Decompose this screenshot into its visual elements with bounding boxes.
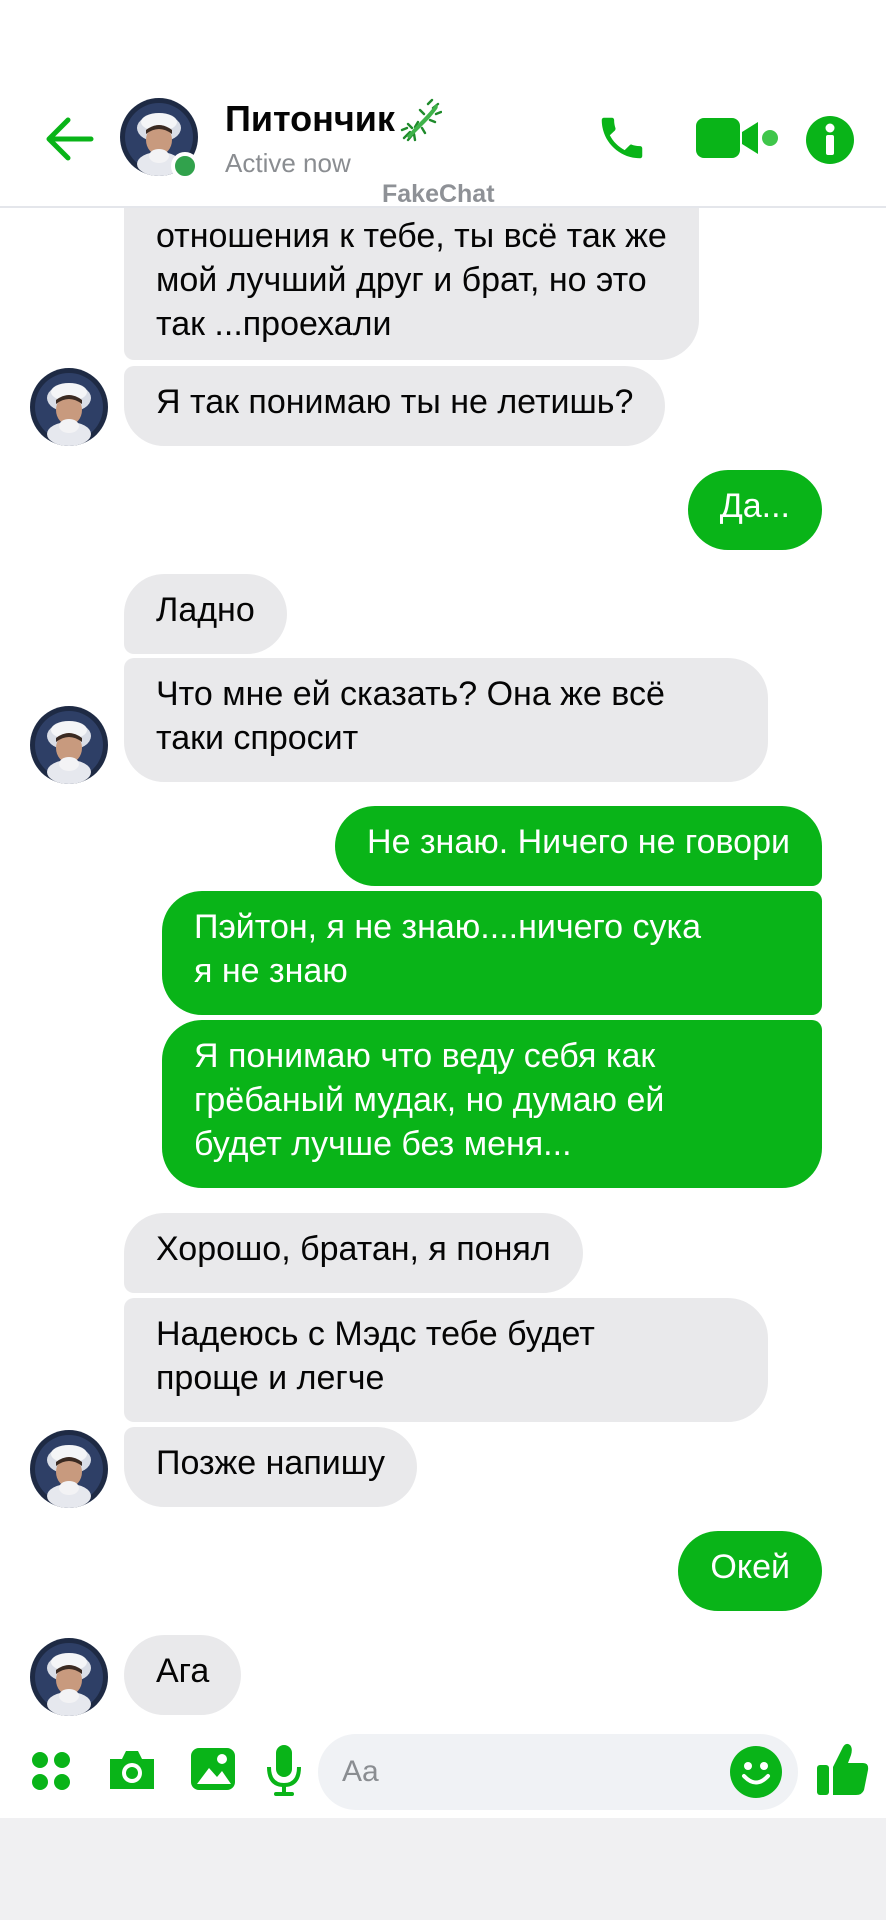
message-line: я не знаю bbox=[194, 952, 348, 990]
gallery-button[interactable] bbox=[186, 1742, 240, 1796]
back-button[interactable] bbox=[36, 106, 102, 172]
smiley-icon bbox=[730, 1746, 782, 1798]
arrow-left-icon bbox=[46, 117, 94, 161]
camera-button[interactable] bbox=[104, 1742, 160, 1798]
message-bubble[interactable]: Надеюсь с Мэдс тебе будет проще и легче bbox=[124, 1298, 768, 1422]
phone-icon bbox=[601, 117, 643, 159]
message-line: Ладно bbox=[156, 591, 255, 629]
online-indicator bbox=[171, 152, 199, 180]
message-bubble[interactable]: Окей bbox=[678, 1531, 822, 1611]
germ-emoji-icon bbox=[400, 98, 442, 142]
composer-bar bbox=[0, 1724, 886, 1814]
microphone-icon bbox=[267, 1745, 301, 1796]
message-bubble[interactable]: Ага bbox=[124, 1635, 242, 1715]
message-line: мой лучший друг и брат, но это bbox=[156, 261, 647, 299]
watermark-text: FakeChat bbox=[382, 180, 495, 208]
system-nav-bar bbox=[0, 1818, 886, 1920]
message-line: таки спросит bbox=[156, 719, 359, 757]
message-line: отношения к тебе, ты всё так же bbox=[156, 217, 667, 255]
message-line: будет лучше без меня... bbox=[194, 1125, 572, 1163]
thumbs-up-icon bbox=[817, 1743, 869, 1795]
emoji-button[interactable] bbox=[728, 1744, 784, 1800]
message-bubble[interactable]: Не знаю. Ничего не говори bbox=[335, 806, 822, 886]
message-line: Да... bbox=[719, 487, 790, 525]
message-line: Не знаю. Ничего не говори bbox=[367, 823, 790, 861]
message-bubble[interactable]: Хорошо, братан, я понял bbox=[124, 1213, 583, 1293]
sender-avatar[interactable] bbox=[30, 368, 108, 446]
message-bubble[interactable]: Что мне ей сказать? Она же всё таки спро… bbox=[124, 658, 768, 782]
voice-button[interactable] bbox=[262, 1740, 306, 1800]
image-icon bbox=[191, 1748, 235, 1790]
message-line: Хорошо, братан, я понял bbox=[156, 1230, 551, 1268]
message-bubble[interactable]: Да... bbox=[687, 470, 822, 550]
message-bubble[interactable]: Позже напишу bbox=[124, 1427, 418, 1507]
sender-avatar[interactable] bbox=[30, 1638, 108, 1716]
contact-name[interactable]: Питончик bbox=[225, 98, 395, 140]
active-status: Active now bbox=[225, 148, 351, 178]
video-call-button[interactable] bbox=[692, 112, 782, 164]
message-line: так ...проехали bbox=[156, 305, 392, 343]
message-bubble[interactable]: Ладно bbox=[124, 574, 287, 654]
camera-icon bbox=[110, 1751, 154, 1789]
sender-avatar[interactable] bbox=[30, 1430, 108, 1508]
like-button[interactable] bbox=[812, 1738, 874, 1802]
video-camera-icon bbox=[696, 118, 778, 158]
apps-button[interactable] bbox=[26, 1746, 76, 1796]
message-bubble[interactable]: Я понимаю что веду себя как грёбаный муд… bbox=[162, 1020, 822, 1188]
message-line: проще и легче bbox=[156, 1359, 385, 1397]
message-line: Я так понимаю ты не летишь? bbox=[156, 383, 634, 421]
message-input[interactable] bbox=[318, 1734, 798, 1810]
message-line: Надеюсь с Мэдс тебе будет bbox=[156, 1315, 595, 1353]
info-button[interactable] bbox=[802, 112, 858, 168]
info-icon bbox=[806, 116, 854, 164]
message-line: Окей bbox=[710, 1548, 790, 1586]
message-line: Что мне ей сказать? Она же всё bbox=[156, 675, 665, 713]
message-line: Пэйтон, я не знаю....ничего сука bbox=[194, 908, 702, 946]
message-bubble[interactable]: Пэйтон, я не знаю....ничего сука я не зн… bbox=[162, 891, 822, 1015]
message-line: Позже напишу bbox=[156, 1444, 386, 1482]
sender-avatar[interactable] bbox=[30, 706, 108, 784]
message-line: Ага bbox=[156, 1652, 210, 1690]
four-dots-icon bbox=[32, 1752, 70, 1790]
message-line: грёбаный мудак, но думаю ей bbox=[194, 1081, 665, 1119]
message-line: Я понимаю что веду себя как bbox=[194, 1037, 656, 1075]
chat-header: Питончик Active now FakeChat bbox=[0, 0, 886, 208]
message-bubble[interactable]: Я так понимаю ты не летишь? bbox=[124, 366, 666, 446]
call-button[interactable] bbox=[590, 108, 654, 168]
